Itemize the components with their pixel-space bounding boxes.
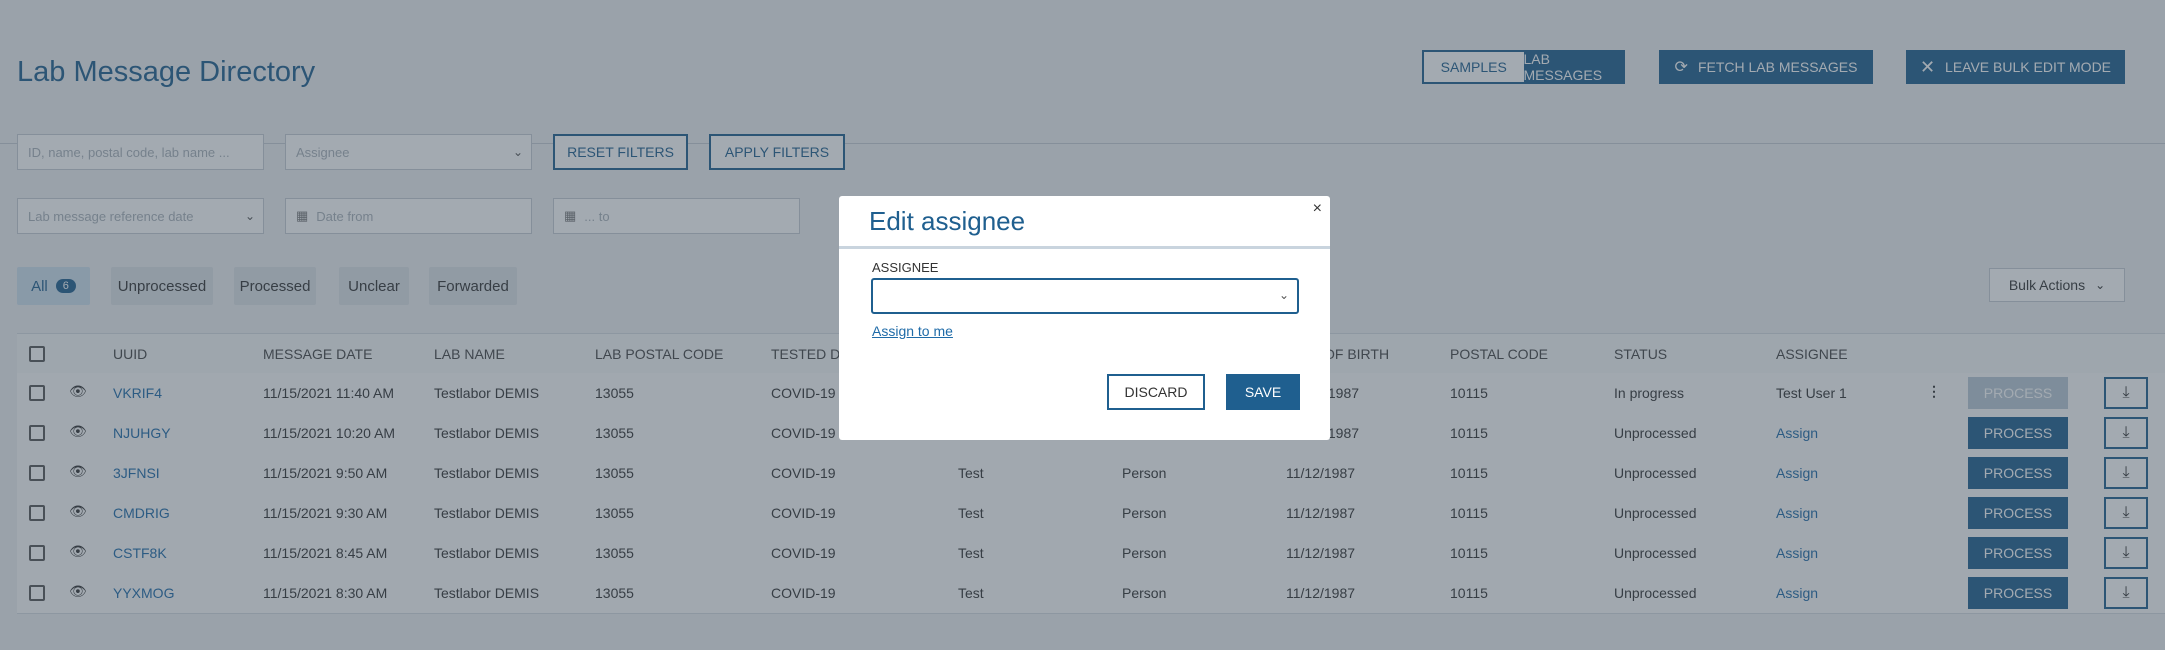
- discard-button[interactable]: DISCARD: [1107, 374, 1205, 410]
- assignee-field-label: ASSIGNEE: [872, 260, 939, 275]
- assignee-select[interactable]: ⌄: [871, 278, 1299, 314]
- dialog-title: Edit assignee: [869, 206, 1026, 236]
- save-button[interactable]: SAVE: [1226, 374, 1300, 410]
- close-icon[interactable]: ×: [1313, 200, 1322, 218]
- chevron-down-icon: ⌄: [1278, 288, 1289, 302]
- edit-assignee-dialog: Edit assignee × ASSIGNEE ⌄ Assign to me …: [839, 196, 1330, 440]
- dialog-divider: [839, 246, 1330, 249]
- assign-to-me-link[interactable]: Assign to me: [872, 323, 953, 339]
